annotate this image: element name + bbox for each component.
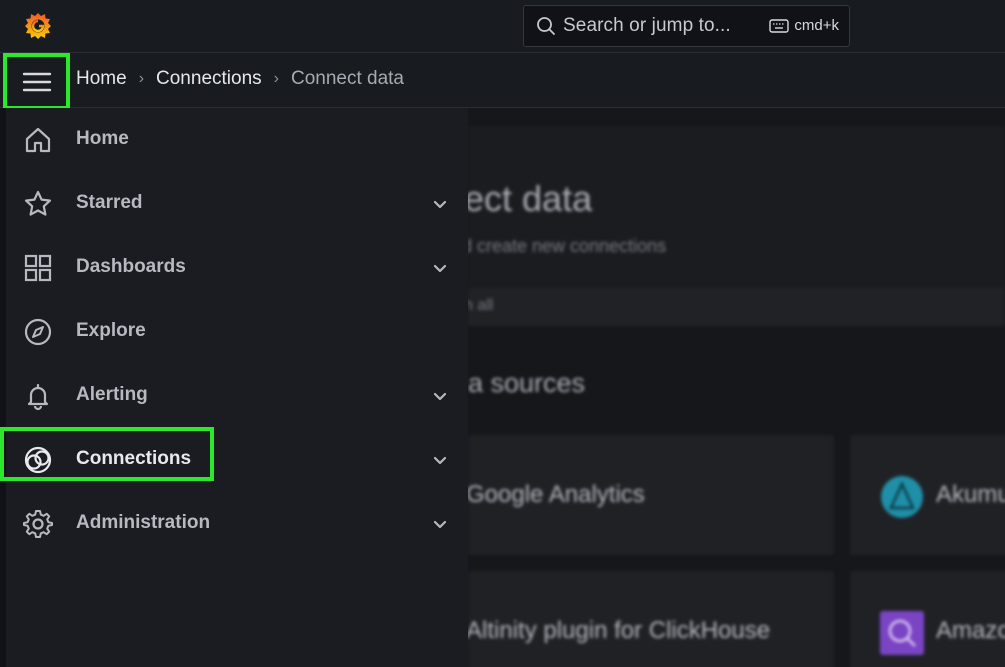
shortcut-hint: cmd+k [769,17,839,34]
search-box[interactable]: Search or jump to... cmd+k [523,5,850,47]
datasource-card[interactable]: Google Analytics [468,435,834,555]
sidebar-item-label: Home [76,128,129,149]
section-title: a sources [468,368,586,398]
gear-icon [23,510,53,538]
card-title: Altinity plugin for ClickHouse [468,617,771,644]
datasource-card[interactable]: Altinity plugin for ClickHouse [468,571,834,667]
breadcrumb-home[interactable]: Home [76,68,127,90]
sidebar-item-explore[interactable]: Explore [6,300,468,364]
shortcut-text: cmd+k [794,17,839,34]
chevron-down-icon[interactable] [432,388,448,404]
page-subtitle: d create new connections [468,236,667,256]
search-icon [537,17,555,35]
datasource-card[interactable]: Amazo [850,571,1005,667]
star-icon [24,190,52,216]
sidebar-item-dashboards[interactable]: Dashboards [6,236,468,300]
compass-icon [24,318,52,346]
sidebar-item-alerting[interactable]: Alerting [6,364,468,428]
breadcrumb-separator: › [138,70,145,87]
sidebar-item-connections[interactable]: Connections [0,427,468,492]
datasource-card[interactable]: Akumu [850,435,1005,555]
card-title: Akumu [936,481,1005,508]
card-title: Google Analytics [468,481,645,508]
datasource-search-placeholder: h all [468,297,494,314]
page-title: ect data [468,178,593,219]
breadcrumb-current: Connect data [290,68,404,89]
breadcrumb: Home › Connections › Connect data [76,68,404,90]
sidebar-item-label: Connections [76,448,192,469]
card-title: Amazo [936,617,1005,644]
bell-icon [27,383,49,411]
breadcrumb-separator: › [273,70,279,87]
connections-icon [24,446,52,474]
breadcrumb-bar: Home › Connections › Connect data [0,53,1005,110]
page-header: ect data d create new connections [468,126,1005,296]
top-bar: Search or jump to... cmd+k [0,0,1005,53]
grafana-logo-icon[interactable] [22,10,54,42]
akumuli-logo-icon [881,476,923,518]
sidebar-item-starred[interactable]: Starred [6,172,468,236]
dashboards-grid-icon [24,254,52,282]
menu-toggle-button[interactable] [3,53,70,110]
sidebar-item-label: Dashboards [76,256,186,277]
sidebar-item-home[interactable]: Home [6,108,468,172]
hamburger-menu-icon [22,72,51,91]
chevron-down-icon[interactable] [432,452,448,468]
home-icon [25,127,51,153]
chevron-down-icon[interactable] [432,516,448,532]
sidebar-item-label: Starred [76,192,143,213]
sidebar-item-label: Administration [76,512,211,533]
sidebar-item-administration[interactable]: Administration [6,492,468,556]
sidebar-item-label: Alerting [76,384,148,405]
amazon-logo-icon [880,611,924,655]
main-content-backdrop: ect data d create new connections h all … [468,108,1005,667]
search-placeholder: Search or jump to... [563,15,731,36]
chevron-down-icon[interactable] [432,260,448,276]
sidebar-item-label: Explore [76,320,146,341]
chevron-down-icon[interactable] [432,196,448,212]
mega-menu-sidebar: Home Starred Dashboards Explore Alerting… [0,108,468,667]
breadcrumb-connections[interactable]: Connections [156,68,262,90]
datasource-search[interactable]: h all [468,288,1005,326]
keyboard-icon [769,18,790,33]
